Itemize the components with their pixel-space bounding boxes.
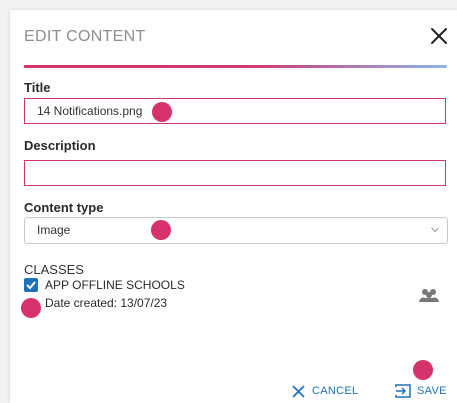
header-accent-divider <box>24 65 447 68</box>
edit-content-dialog: EDIT CONTENT Title 14 Notifications.png … <box>10 10 457 403</box>
cancel-button[interactable]: CANCEL <box>291 382 358 400</box>
title-input[interactable]: 14 Notifications.png <box>24 98 446 124</box>
chevron-down-icon <box>431 227 439 233</box>
cancel-label: CANCEL <box>312 385 359 397</box>
title-label: Title <box>24 80 51 95</box>
dialog-header: EDIT CONTENT <box>10 10 457 62</box>
close-icon[interactable] <box>427 24 451 48</box>
content-type-value: Image <box>37 223 71 237</box>
marker-dot <box>151 220 171 240</box>
description-label: Description <box>24 138 96 153</box>
class-date-created: Date created: 13/07/23 <box>45 296 168 310</box>
save-icon <box>395 384 411 398</box>
class-name: APP OFFLINE SCHOOLS <box>45 278 185 292</box>
description-input[interactable] <box>24 160 446 186</box>
content-type-select[interactable]: Image <box>24 217 448 244</box>
marker-dot <box>152 102 172 122</box>
classes-heading: CLASSES <box>24 262 84 277</box>
class-checkbox[interactable] <box>24 278 38 292</box>
save-label: SAVE <box>417 385 447 397</box>
dialog-title: EDIT CONTENT <box>24 28 146 45</box>
checkmark-icon <box>26 281 36 290</box>
marker-dot <box>21 298 41 318</box>
group-icon[interactable] <box>418 287 440 303</box>
content-type-label: Content type <box>24 200 104 215</box>
close-icon <box>292 384 305 398</box>
marker-dot <box>413 360 433 380</box>
save-button[interactable]: SAVE <box>395 382 447 400</box>
